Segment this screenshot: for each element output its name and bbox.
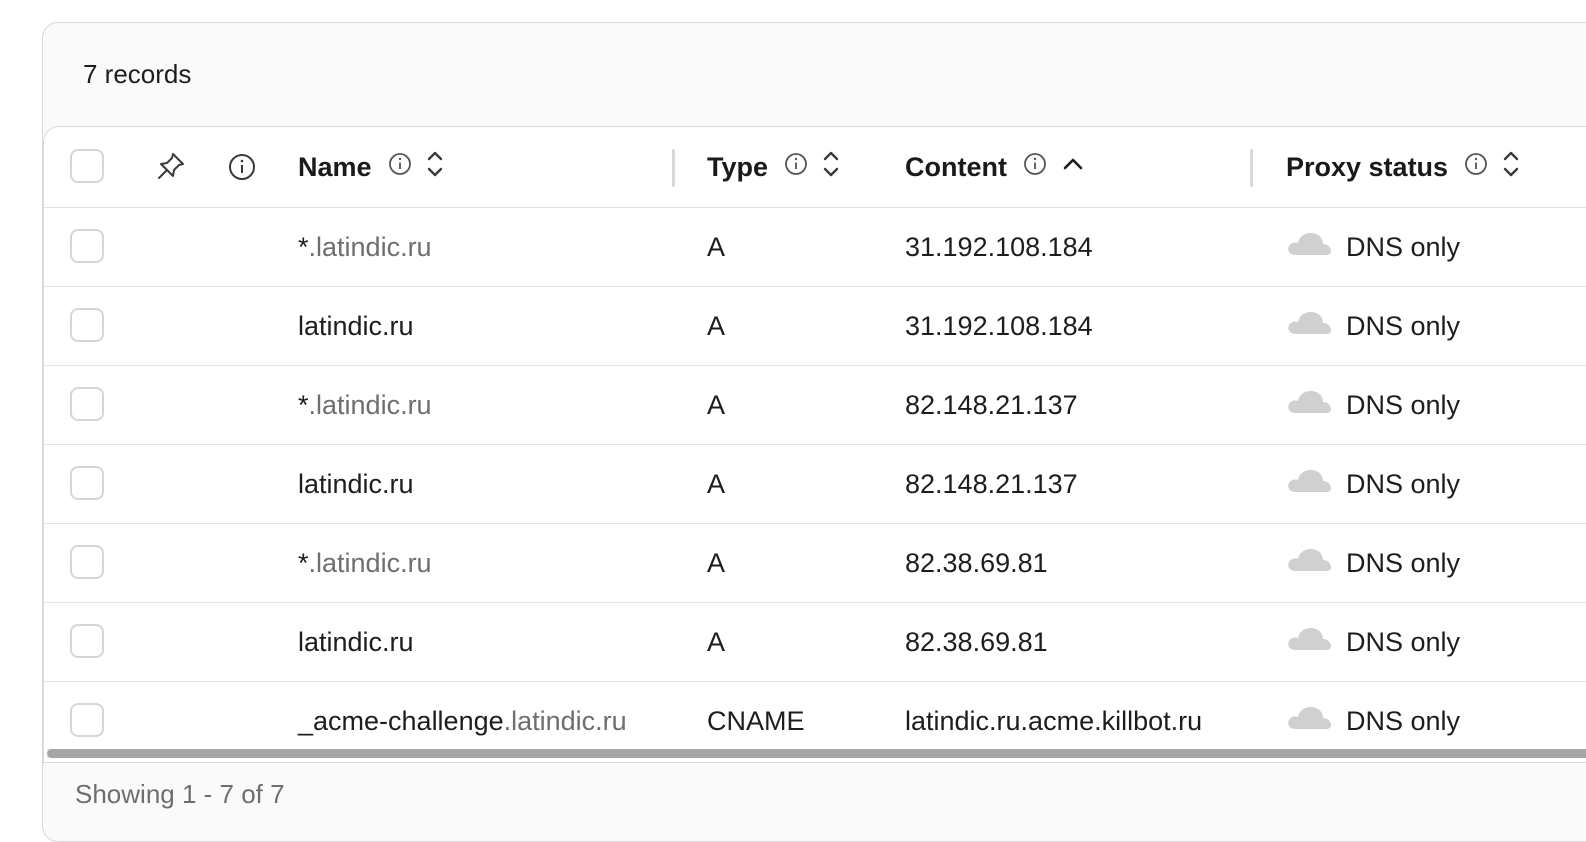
record-content: 82.38.69.81 (905, 548, 1048, 578)
dns-records-panel: 7 records Name Type Content Proxy status… (42, 22, 1586, 842)
proxy-status: DNS only (1286, 208, 1460, 287)
record-name: latindic.ru (298, 603, 414, 682)
footer-divider (43, 762, 1586, 763)
record-content: 31.192.108.184 (905, 232, 1093, 262)
sort-icon[interactable] (1502, 148, 1520, 187)
info-icon[interactable] (388, 152, 412, 183)
proxy-status: DNS only (1286, 603, 1460, 682)
sort-icon[interactable] (426, 148, 444, 187)
proxy-status-label: DNS only (1346, 548, 1461, 578)
table-header-row: Name Type Content Proxy status (44, 127, 1586, 208)
row-select-checkbox[interactable] (70, 466, 104, 500)
proxy-status: DNS only (1286, 445, 1460, 524)
record-name-prefix: * (298, 390, 309, 420)
proxy-status-label: DNS only (1346, 390, 1461, 420)
table-row[interactable]: latindic.ru A 82.38.69.81 DNS only (44, 603, 1586, 682)
cloud-icon (1286, 705, 1332, 738)
row-select-checkbox[interactable] (70, 229, 104, 263)
column-header-name[interactable]: Name (298, 127, 444, 208)
row-select-checkbox[interactable] (70, 545, 104, 579)
column-label-content: Content (905, 152, 1007, 182)
column-label-name: Name (298, 152, 372, 182)
table-row[interactable]: latindic.ru A 31.192.108.184 DNS only (44, 287, 1586, 366)
record-name-prefix: _acme-challenge (298, 706, 504, 736)
record-name-prefix: * (298, 548, 309, 578)
column-resize-handle[interactable] (1250, 149, 1253, 187)
column-header-type[interactable]: Type (707, 127, 840, 208)
record-name-prefix: latindic.ru (298, 627, 414, 657)
cloud-icon (1286, 389, 1332, 422)
record-name: * .latindic.ru (298, 366, 432, 445)
proxy-status-label: DNS only (1346, 627, 1461, 657)
cloud-icon (1286, 231, 1332, 264)
record-type: A (707, 469, 726, 499)
proxy-status-label: DNS only (1346, 311, 1461, 341)
info-icon[interactable] (228, 153, 256, 186)
column-header-proxy-status[interactable]: Proxy status (1286, 127, 1520, 208)
record-type: A (707, 390, 726, 420)
table-row[interactable]: * .latindic.ru A 82.148.21.137 DNS only (44, 366, 1586, 445)
info-icon[interactable] (784, 152, 808, 183)
record-name: * .latindic.ru (298, 524, 432, 603)
record-name-zone: .latindic.ru (308, 548, 432, 578)
dns-records-table: Name Type Content Proxy status * .latind… (43, 126, 1586, 763)
proxy-status-label: DNS only (1346, 232, 1461, 262)
record-content: 82.148.21.137 (905, 390, 1078, 420)
record-name-zone: .latindic.ru (308, 232, 432, 262)
column-label-type: Type (707, 152, 769, 182)
record-name: * .latindic.ru (298, 208, 432, 287)
record-name: latindic.ru (298, 445, 414, 524)
record-name: latindic.ru (298, 287, 414, 366)
pagination-summary: Showing 1 - 7 of 7 (75, 779, 285, 809)
record-content: 82.38.69.81 (905, 627, 1048, 657)
record-type: A (707, 232, 726, 262)
record-name-zone: .latindic.ru (308, 390, 432, 420)
record-content: 31.192.108.184 (905, 311, 1093, 341)
column-label-proxy-status: Proxy status (1286, 152, 1449, 182)
proxy-status-label: DNS only (1346, 469, 1461, 499)
record-name-prefix: latindic.ru (298, 469, 414, 499)
row-select-checkbox[interactable] (70, 387, 104, 421)
row-select-checkbox[interactable] (70, 703, 104, 737)
cloud-icon (1286, 468, 1332, 501)
records-count: 7 records (83, 59, 192, 89)
select-all-checkbox[interactable] (70, 149, 104, 183)
table-row[interactable]: * .latindic.ru A 31.192.108.184 DNS only (44, 208, 1586, 287)
record-name-zone: .latindic.ru (503, 706, 627, 736)
proxy-status: DNS only (1286, 366, 1460, 445)
pin-icon[interactable] (156, 151, 186, 188)
row-select-checkbox[interactable] (70, 308, 104, 342)
column-header-content[interactable]: Content (905, 127, 1085, 208)
info-icon[interactable] (1464, 152, 1488, 183)
record-name-prefix: latindic.ru (298, 311, 414, 341)
cloud-icon (1286, 310, 1332, 343)
record-name-prefix: * (298, 232, 309, 262)
sort-icon[interactable] (822, 148, 840, 187)
record-type: A (707, 548, 726, 578)
table-row[interactable]: * .latindic.ru A 82.38.69.81 DNS only (44, 524, 1586, 603)
info-icon[interactable] (1023, 152, 1047, 183)
horizontal-scrollbar[interactable] (47, 749, 1586, 758)
record-type: A (707, 627, 726, 657)
record-content: 82.148.21.137 (905, 469, 1078, 499)
column-resize-handle[interactable] (672, 149, 675, 187)
row-select-checkbox[interactable] (70, 624, 104, 658)
sort-ascending-icon[interactable] (1061, 152, 1085, 183)
cloud-icon (1286, 626, 1332, 659)
proxy-status: DNS only (1286, 524, 1460, 603)
proxy-status-label: DNS only (1346, 706, 1461, 736)
cloud-icon (1286, 547, 1332, 580)
proxy-status: DNS only (1286, 287, 1460, 366)
table-row[interactable]: latindic.ru A 82.148.21.137 DNS only (44, 445, 1586, 524)
record-type: A (707, 311, 726, 341)
